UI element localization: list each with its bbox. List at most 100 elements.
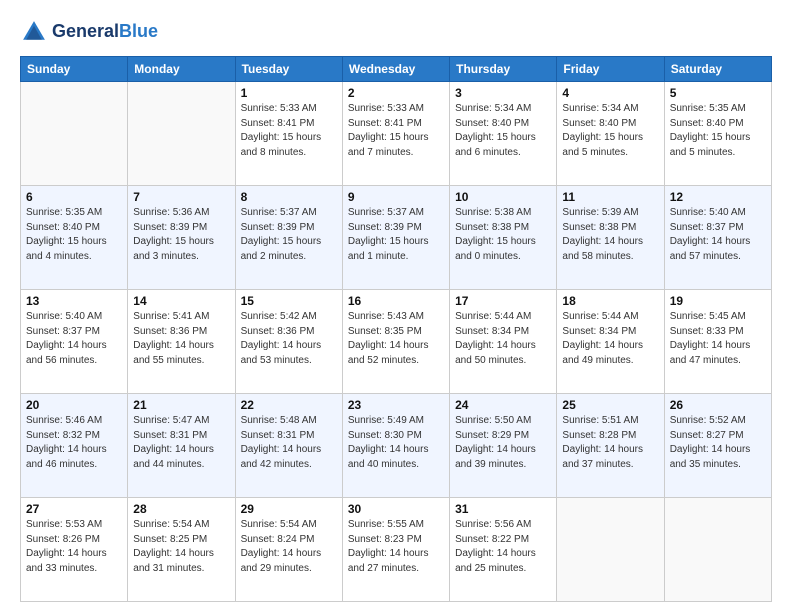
week-row-5: 27Sunrise: 5:53 AM Sunset: 8:26 PM Dayli… xyxy=(21,498,772,602)
calendar-cell: 4 Sunrise: 5:34 AM Sunset: 8:40 PM Daylig… xyxy=(557,82,664,186)
calendar-cell: 30 Sunrise: 5:55 AM Sunset: 8:23 PM Dayli… xyxy=(342,498,449,602)
calendar-cell xyxy=(128,82,235,186)
day-info: Sunrise: 5:33 AM Sunset: 8:41 PM Dayligh… xyxy=(241,102,337,160)
day-number: 5 xyxy=(670,86,766,100)
week-row-1: 1 Sunrise: 5:33 AM Sunset: 8:41 PM Daylig… xyxy=(21,82,772,186)
calendar-cell xyxy=(21,82,128,186)
day-number: 24 xyxy=(455,398,551,412)
calendar-cell: 29 Sunrise: 5:54 AM Sunset: 8:24 PM Dayli… xyxy=(235,498,342,602)
calendar-cell: 14Sunrise: 5:41 AM Sunset: 8:36 PM Dayli… xyxy=(128,290,235,394)
day-number: 14 xyxy=(133,294,229,308)
day-info: Sunrise: 5:36 AM Sunset: 8:39 PM Dayligh… xyxy=(133,206,229,264)
day-info: Sunrise: 5:54 AM Sunset: 8:25 PM Dayligh… xyxy=(133,518,229,576)
day-info: Sunrise: 5:40 AM Sunset: 8:37 PM Dayligh… xyxy=(670,206,766,264)
calendar-cell: 5 Sunrise: 5:35 AM Sunset: 8:40 PM Daylig… xyxy=(664,82,771,186)
weekday-sunday: Sunday xyxy=(21,57,128,82)
calendar-cell: 17Sunrise: 5:44 AM Sunset: 8:34 PM Dayli… xyxy=(450,290,557,394)
day-info: Sunrise: 5:44 AM Sunset: 8:34 PM Dayligh… xyxy=(562,310,658,368)
calendar-cell: 8 Sunrise: 5:37 AM Sunset: 8:39 PM Daylig… xyxy=(235,186,342,290)
calendar-cell: 31Sunrise: 5:56 AM Sunset: 8:22 PM Dayli… xyxy=(450,498,557,602)
day-info: Sunrise: 5:43 AM Sunset: 8:35 PM Dayligh… xyxy=(348,310,444,368)
day-number: 26 xyxy=(670,398,766,412)
calendar-cell: 20 Sunrise: 5:46 AM Sunset: 8:32 PM Dayli… xyxy=(21,394,128,498)
calendar-cell: 22 Sunrise: 5:48 AM Sunset: 8:31 PM Dayli… xyxy=(235,394,342,498)
calendar-cell: 3Sunrise: 5:34 AM Sunset: 8:40 PM Daylig… xyxy=(450,82,557,186)
day-info: Sunrise: 5:50 AM Sunset: 8:29 PM Dayligh… xyxy=(455,414,551,472)
weekday-saturday: Saturday xyxy=(664,57,771,82)
day-number: 17 xyxy=(455,294,551,308)
calendar-cell xyxy=(557,498,664,602)
calendar-cell: 23 Sunrise: 5:49 AM Sunset: 8:30 PM Dayli… xyxy=(342,394,449,498)
calendar-cell: 10 Sunrise: 5:38 AM Sunset: 8:38 PM Dayli… xyxy=(450,186,557,290)
day-info: Sunrise: 5:55 AM Sunset: 8:23 PM Dayligh… xyxy=(348,518,444,576)
day-number: 30 xyxy=(348,502,444,516)
calendar-cell: 1 Sunrise: 5:33 AM Sunset: 8:41 PM Daylig… xyxy=(235,82,342,186)
day-info: Sunrise: 5:37 AM Sunset: 8:39 PM Dayligh… xyxy=(241,206,337,264)
day-number: 16 xyxy=(348,294,444,308)
calendar-cell: 15 Sunrise: 5:42 AM Sunset: 8:36 PM Dayli… xyxy=(235,290,342,394)
day-info: Sunrise: 5:35 AM Sunset: 8:40 PM Dayligh… xyxy=(670,102,766,160)
day-number: 20 xyxy=(26,398,122,412)
day-info: Sunrise: 5:35 AM Sunset: 8:40 PM Dayligh… xyxy=(26,206,122,264)
day-info: Sunrise: 5:42 AM Sunset: 8:36 PM Dayligh… xyxy=(241,310,337,368)
calendar-cell: 19 Sunrise: 5:45 AM Sunset: 8:33 PM Dayli… xyxy=(664,290,771,394)
day-number: 13 xyxy=(26,294,122,308)
calendar-cell: 16 Sunrise: 5:43 AM Sunset: 8:35 PM Dayli… xyxy=(342,290,449,394)
calendar-cell: 7Sunrise: 5:36 AM Sunset: 8:39 PM Daylig… xyxy=(128,186,235,290)
day-number: 10 xyxy=(455,190,551,204)
day-info: Sunrise: 5:39 AM Sunset: 8:38 PM Dayligh… xyxy=(562,206,658,264)
day-number: 4 xyxy=(562,86,658,100)
calendar-cell: 24 Sunrise: 5:50 AM Sunset: 8:29 PM Dayli… xyxy=(450,394,557,498)
day-info: Sunrise: 5:40 AM Sunset: 8:37 PM Dayligh… xyxy=(26,310,122,368)
day-info: Sunrise: 5:49 AM Sunset: 8:30 PM Dayligh… xyxy=(348,414,444,472)
weekday-monday: Monday xyxy=(128,57,235,82)
day-info: Sunrise: 5:45 AM Sunset: 8:33 PM Dayligh… xyxy=(670,310,766,368)
calendar-cell: 9Sunrise: 5:37 AM Sunset: 8:39 PM Daylig… xyxy=(342,186,449,290)
calendar-cell: 18 Sunrise: 5:44 AM Sunset: 8:34 PM Dayli… xyxy=(557,290,664,394)
calendar-cell: 12 Sunrise: 5:40 AM Sunset: 8:37 PM Dayli… xyxy=(664,186,771,290)
day-number: 22 xyxy=(241,398,337,412)
day-info: Sunrise: 5:46 AM Sunset: 8:32 PM Dayligh… xyxy=(26,414,122,472)
calendar-cell: 2 Sunrise: 5:33 AM Sunset: 8:41 PM Daylig… xyxy=(342,82,449,186)
calendar-cell xyxy=(664,498,771,602)
day-number: 1 xyxy=(241,86,337,100)
calendar-cell: 25Sunrise: 5:51 AM Sunset: 8:28 PM Dayli… xyxy=(557,394,664,498)
day-number: 8 xyxy=(241,190,337,204)
logo-text: GeneralBlue xyxy=(52,22,158,42)
day-number: 6 xyxy=(26,190,122,204)
day-info: Sunrise: 5:54 AM Sunset: 8:24 PM Dayligh… xyxy=(241,518,337,576)
day-info: Sunrise: 5:52 AM Sunset: 8:27 PM Dayligh… xyxy=(670,414,766,472)
day-number: 19 xyxy=(670,294,766,308)
weekday-header-row: SundayMondayTuesdayWednesdayThursdayFrid… xyxy=(21,57,772,82)
calendar-table: SundayMondayTuesdayWednesdayThursdayFrid… xyxy=(20,56,772,602)
day-number: 2 xyxy=(348,86,444,100)
day-number: 11 xyxy=(562,190,658,204)
day-info: Sunrise: 5:47 AM Sunset: 8:31 PM Dayligh… xyxy=(133,414,229,472)
day-number: 25 xyxy=(562,398,658,412)
day-number: 12 xyxy=(670,190,766,204)
day-info: Sunrise: 5:37 AM Sunset: 8:39 PM Dayligh… xyxy=(348,206,444,264)
calendar-cell: 26 Sunrise: 5:52 AM Sunset: 8:27 PM Dayli… xyxy=(664,394,771,498)
day-number: 29 xyxy=(241,502,337,516)
day-number: 21 xyxy=(133,398,229,412)
weekday-wednesday: Wednesday xyxy=(342,57,449,82)
header: GeneralBlue xyxy=(20,18,772,46)
week-row-2: 6 Sunrise: 5:35 AM Sunset: 8:40 PM Daylig… xyxy=(21,186,772,290)
week-row-4: 20 Sunrise: 5:46 AM Sunset: 8:32 PM Dayli… xyxy=(21,394,772,498)
day-info: Sunrise: 5:56 AM Sunset: 8:22 PM Dayligh… xyxy=(455,518,551,576)
day-number: 18 xyxy=(562,294,658,308)
day-number: 27 xyxy=(26,502,122,516)
calendar-cell: 13 Sunrise: 5:40 AM Sunset: 8:37 PM Dayli… xyxy=(21,290,128,394)
day-info: Sunrise: 5:48 AM Sunset: 8:31 PM Dayligh… xyxy=(241,414,337,472)
day-number: 23 xyxy=(348,398,444,412)
calendar-cell: 28Sunrise: 5:54 AM Sunset: 8:25 PM Dayli… xyxy=(128,498,235,602)
day-number: 15 xyxy=(241,294,337,308)
calendar-cell: 21 Sunrise: 5:47 AM Sunset: 8:31 PM Dayli… xyxy=(128,394,235,498)
day-info: Sunrise: 5:33 AM Sunset: 8:41 PM Dayligh… xyxy=(348,102,444,160)
calendar-cell: 6 Sunrise: 5:35 AM Sunset: 8:40 PM Daylig… xyxy=(21,186,128,290)
calendar-cell: 27Sunrise: 5:53 AM Sunset: 8:26 PM Dayli… xyxy=(21,498,128,602)
week-row-3: 13 Sunrise: 5:40 AM Sunset: 8:37 PM Dayli… xyxy=(21,290,772,394)
day-info: Sunrise: 5:38 AM Sunset: 8:38 PM Dayligh… xyxy=(455,206,551,264)
day-info: Sunrise: 5:34 AM Sunset: 8:40 PM Dayligh… xyxy=(562,102,658,160)
logo-icon xyxy=(20,18,48,46)
